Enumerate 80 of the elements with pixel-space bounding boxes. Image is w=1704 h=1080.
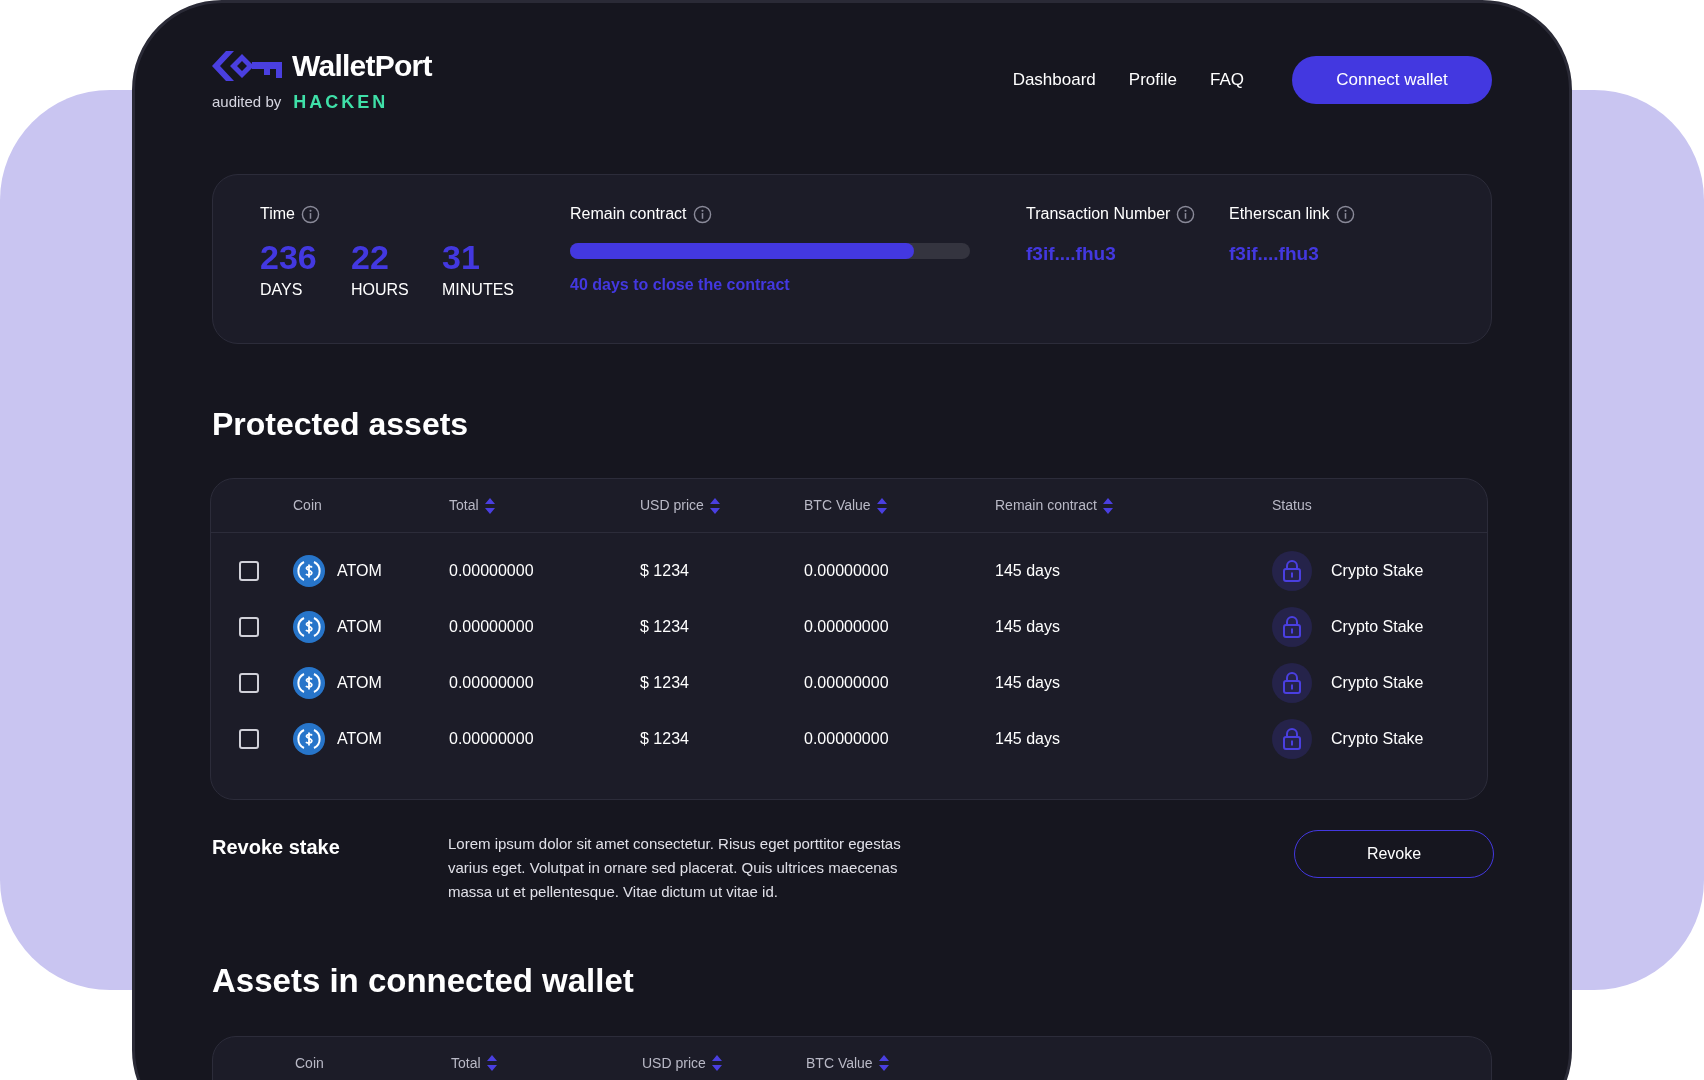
sort-icon[interactable] [711, 1055, 722, 1071]
table-cell-text: $ 1234 [640, 561, 690, 581]
countdown-value: 22 [351, 238, 390, 276]
auditor-logo: HACKEN [293, 91, 389, 114]
row-checkbox[interactable] [239, 729, 259, 749]
status-text: Crypto Stake [1331, 617, 1424, 637]
column-header[interactable]: Coin [295, 1052, 324, 1074]
key-logo-icon [212, 50, 282, 81]
table-cell-text: 145 days [995, 673, 1061, 693]
table-cell-text: 0.00000000 [449, 729, 535, 749]
info-icon[interactable] [692, 204, 712, 224]
row-checkbox[interactable] [239, 673, 259, 693]
coin-name: ATOM [337, 673, 382, 693]
coin-name: ATOM [337, 617, 382, 637]
sort-icon[interactable] [876, 497, 887, 514]
coin-icon [293, 555, 325, 587]
section-title: Assets in connected wallet [212, 961, 635, 1001]
revoke-description: Lorem ipsum dolor sit amet consectetur. Risus eget porttitor egestas varius eget. Volutpat in ornare sed placerat. Quis ultrices maecenas massa ut et pellentesque. Vitae dictum ut vitae id. [448, 834, 902, 902]
revoke-title: Revoke stake [212, 835, 341, 860]
status-text: Crypto Stake [1331, 561, 1424, 581]
audited-label: audited by [212, 92, 282, 113]
table-cell-text: 0.00000000 [804, 729, 890, 749]
lock-icon [1272, 607, 1312, 647]
info-icon[interactable] [300, 204, 320, 224]
row-checkbox[interactable] [239, 617, 259, 637]
table-cell-text: 0.00000000 [804, 617, 890, 637]
table-cell-text: 145 days [995, 729, 1061, 749]
sort-icon[interactable] [1102, 497, 1113, 514]
table-cell-text: $ 1234 [640, 729, 690, 749]
coin-icon [293, 667, 325, 699]
table-cell-text: 0.00000000 [449, 561, 535, 581]
column-header[interactable]: BTC Value [806, 1052, 889, 1074]
stat-label: Remain contract [570, 204, 687, 224]
table-cell-text: 0.00000000 [449, 673, 535, 693]
nav-link[interactable]: Dashboard [1012, 66, 1096, 93]
row-checkbox[interactable] [239, 561, 259, 581]
table-cell-text: 0.00000000 [449, 617, 535, 637]
column-header[interactable]: Status [1272, 495, 1312, 516]
coin-name: ATOM [337, 729, 382, 749]
countdown-value: 31 [442, 238, 481, 276]
table-cell-text: $ 1234 [640, 617, 690, 637]
sort-icon[interactable] [486, 1055, 497, 1071]
column-header[interactable]: Total [451, 1052, 497, 1074]
column-header[interactable]: USD price [642, 1052, 722, 1074]
brand-name: WalletPort [292, 48, 432, 84]
sort-icon[interactable] [709, 497, 720, 514]
coin-name: ATOM [337, 561, 382, 581]
countdown-unit: HOURS [351, 280, 410, 300]
lock-icon [1272, 663, 1312, 703]
nav-link[interactable]: Profile [1128, 66, 1177, 93]
lock-icon [1272, 719, 1312, 759]
info-icon[interactable] [1335, 204, 1355, 224]
info-icon[interactable] [1176, 204, 1196, 224]
table-cell-text: 145 days [995, 617, 1061, 637]
connect-wallet-button[interactable]: Connect wallet [1292, 55, 1492, 104]
stat-label: Time [260, 204, 295, 224]
lock-icon [1272, 551, 1312, 591]
countdown-value: 236 [260, 238, 318, 276]
column-header[interactable]: BTC Value [804, 495, 887, 516]
coin-icon [293, 723, 325, 755]
table-cell-text: $ 1234 [640, 673, 690, 693]
section-title: Protected assets [212, 405, 470, 444]
stat-label: Etherscan link [1229, 204, 1330, 224]
column-header[interactable]: Total [449, 495, 495, 516]
contract-caption: 40 days to close the contract [570, 275, 791, 295]
column-header[interactable]: USD price [640, 495, 720, 516]
status-text: Crypto Stake [1331, 729, 1424, 749]
countdown-unit: MINUTES [442, 280, 515, 300]
table-cell-text: 0.00000000 [804, 561, 890, 581]
status-text: Crypto Stake [1331, 673, 1424, 693]
table-cell-text: 0.00000000 [804, 673, 890, 693]
table-cell-text: 145 days [995, 561, 1061, 581]
column-header[interactable]: Coin [293, 495, 322, 516]
countdown-unit: DAYS [260, 280, 304, 300]
stat-label: Transaction Number [1026, 204, 1171, 224]
column-header[interactable]: Remain contract [995, 495, 1113, 516]
sort-icon[interactable] [878, 1055, 889, 1071]
nav-link[interactable]: FAQ [1210, 66, 1244, 93]
sort-icon[interactable] [484, 497, 495, 514]
coin-icon [293, 611, 325, 643]
